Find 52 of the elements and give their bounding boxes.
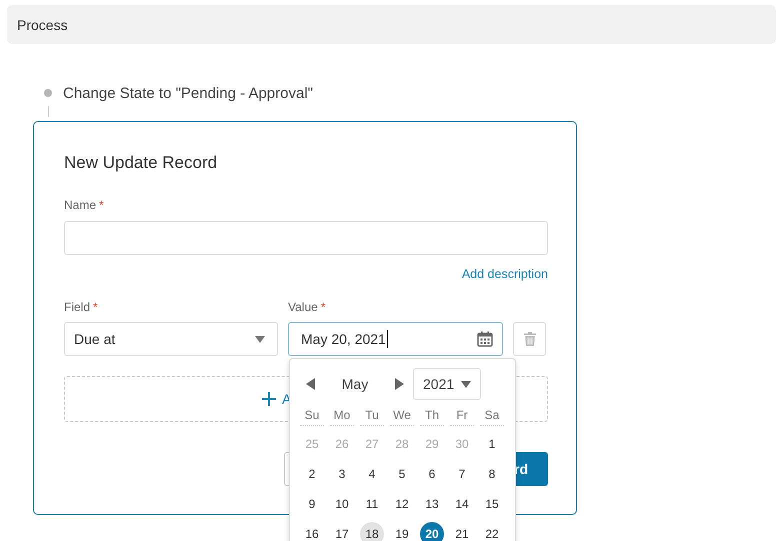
calendar-day[interactable]: 16 <box>300 522 324 541</box>
calendar-day[interactable]: 3 <box>330 462 354 486</box>
required-mark: * <box>320 300 326 314</box>
calendar-day[interactable]: 11 <box>360 492 384 516</box>
name-input[interactable] <box>64 221 548 255</box>
required-mark: * <box>93 300 98 314</box>
card-title: New Update Record <box>64 153 218 174</box>
calendar-day[interactable]: 15 <box>480 492 504 516</box>
header-title: Process <box>17 16 68 32</box>
calendar-day[interactable]: 10 <box>330 492 354 516</box>
weekday-label: Mo <box>330 408 354 426</box>
step-dot <box>44 89 52 97</box>
weekday-label: Fr <box>450 408 474 426</box>
trash-icon <box>524 332 536 346</box>
previous-month-icon[interactable] <box>306 378 315 390</box>
plus-icon <box>262 392 276 406</box>
caret-icon <box>255 336 265 342</box>
calendar-day[interactable]: 20 <box>420 522 444 541</box>
calendar-day[interactable]: 8 <box>480 462 504 486</box>
field-select[interactable]: Due at <box>64 322 278 356</box>
calendar-day[interactable]: 1 <box>480 432 504 456</box>
calendar-day[interactable]: 21 <box>450 522 474 541</box>
calendar-day[interactable]: 13 <box>420 492 444 516</box>
calendar-day[interactable]: 12 <box>390 492 414 516</box>
field-label: Field <box>64 300 90 314</box>
step-label: Change State to "Pending - Approval" <box>63 84 313 102</box>
weekday-label: Th <box>420 408 444 426</box>
weekday-label: Tu <box>360 408 384 426</box>
calendar-day[interactable]: 17 <box>330 522 354 541</box>
calendar-day[interactable]: 9 <box>300 492 324 516</box>
year-select[interactable]: 2021 <box>413 368 481 400</box>
next-month-icon[interactable] <box>395 378 404 390</box>
weekday-label: Su <box>300 408 324 426</box>
calendar-day[interactable]: 4 <box>360 462 384 486</box>
required-mark: * <box>99 198 104 212</box>
calendar-day[interactable]: 2 <box>300 462 324 486</box>
date-input[interactable]: May 20, 2021 <box>288 322 503 356</box>
field-label: Value <box>288 300 318 314</box>
calendar-day[interactable]: 14 <box>450 492 474 516</box>
calendar-icon[interactable] <box>477 331 493 347</box>
calendar-day[interactable]: 19 <box>390 522 414 541</box>
calendar-day[interactable]: 5 <box>390 462 414 486</box>
calendar-day[interactable]: 22 <box>480 522 504 541</box>
calendar-day[interactable]: 7 <box>450 462 474 486</box>
month-label: May <box>340 376 370 392</box>
weekday-label: We <box>390 408 414 426</box>
add-description-link[interactable]: Add description <box>462 267 548 281</box>
calendar-day[interactable]: 6 <box>420 462 444 486</box>
calendar-day[interactable]: 18 <box>360 522 384 541</box>
weekday-label: Sa <box>480 408 504 426</box>
field-label: Name <box>64 198 96 212</box>
caret-icon <box>461 380 471 388</box>
